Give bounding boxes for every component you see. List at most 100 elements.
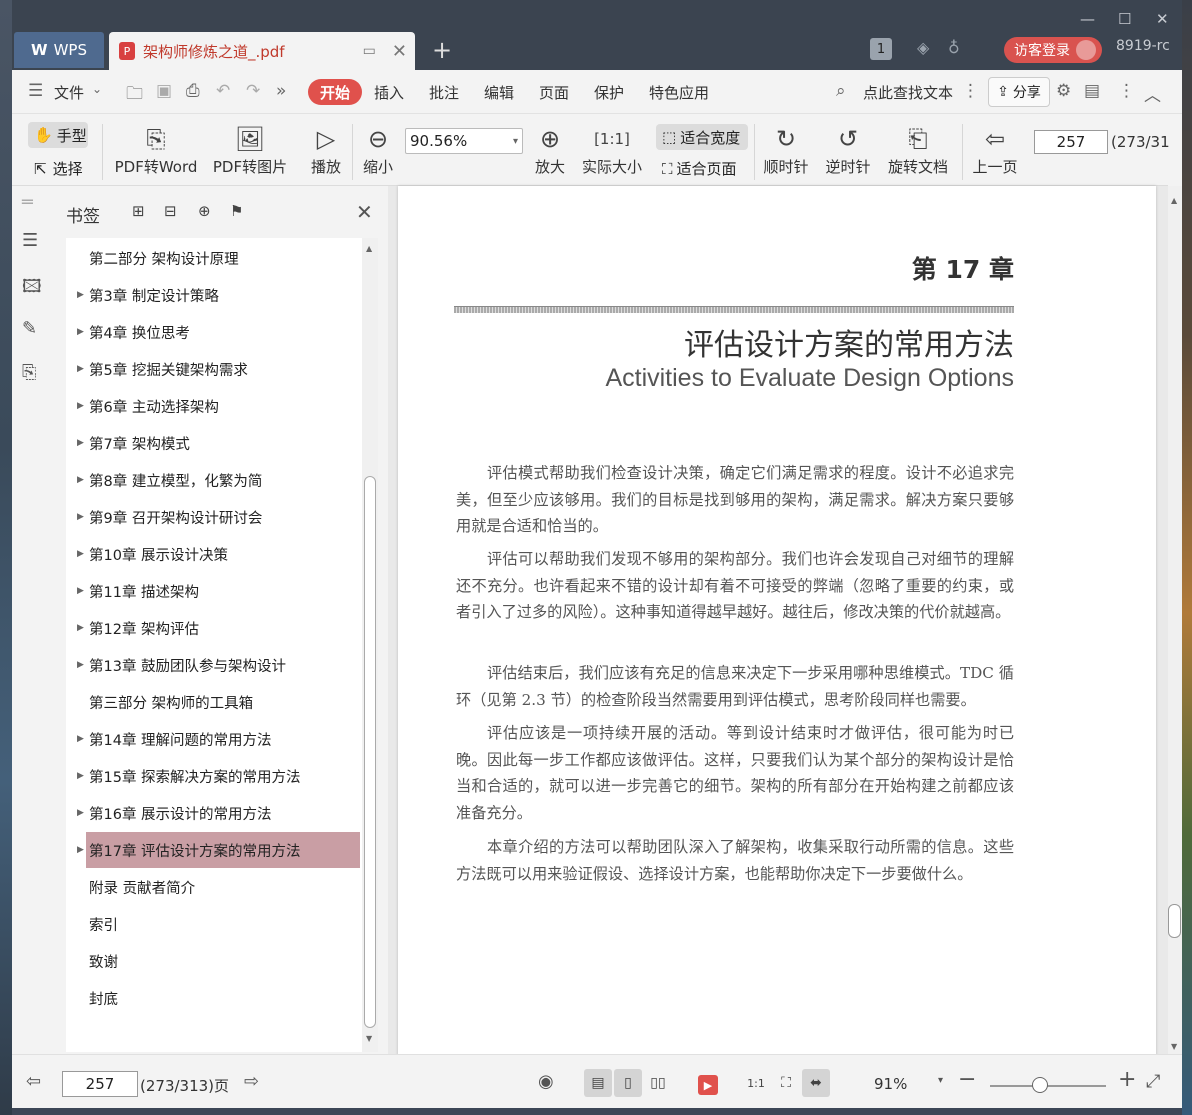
collapse-ribbon-icon[interactable]: ︿	[1144, 81, 1161, 106]
expand-arrow-icon[interactable]: ▶	[77, 290, 84, 300]
open-folder-icon[interactable]: 🗀	[126, 81, 143, 110]
scroll-up-icon[interactable]: ▲	[1171, 196, 1177, 205]
minimize-icon[interactable]: —	[1080, 10, 1095, 28]
scroll-down-icon[interactable]: ▼	[366, 1034, 372, 1043]
bookmark-item[interactable]: 附录 贡献者简介	[74, 869, 358, 905]
menu-protect[interactable]: 保护	[594, 82, 624, 103]
undo-icon[interactable]: ↶	[216, 81, 230, 101]
fit-page-icon[interactable]: ⛶	[772, 1069, 800, 1097]
bookmark-scroll-thumb[interactable]	[364, 476, 376, 1028]
fullscreen-icon[interactable]: ⤢	[1146, 1071, 1160, 1092]
expand-all-icon[interactable]: ⊞	[132, 202, 145, 220]
zoom-out-minus-icon[interactable]: −	[958, 1067, 976, 1092]
comment-icon[interactable]: ▤	[1084, 81, 1100, 101]
prev-page-arrow-icon[interactable]: ⇦	[26, 1071, 41, 1092]
attachment-icon[interactable]: ⎘	[22, 362, 36, 383]
search-icon[interactable]: ⌕	[836, 81, 846, 101]
menu-edit[interactable]: 编辑	[484, 82, 514, 103]
rotate-counterclockwise-button[interactable]: ↺ 逆时针	[822, 122, 874, 177]
bookmark-item[interactable]: ▶ 第16章 展示设计的常用方法	[74, 795, 358, 831]
bookmark-item[interactable]: ▶ 第12章 架构评估	[74, 610, 358, 646]
expand-arrow-icon[interactable]: ▶	[77, 734, 84, 744]
expand-arrow-icon[interactable]: ▶	[77, 808, 84, 818]
expand-arrow-icon[interactable]: ▶	[77, 549, 84, 559]
expand-arrow-icon[interactable]: ▶	[77, 438, 84, 448]
fit-width-icon[interactable]: ⬌	[802, 1069, 830, 1097]
scroll-up-icon[interactable]: ▲	[366, 244, 372, 253]
bookmark-item[interactable]: ▶ 第13章 鼓励团队参与架构设计	[74, 647, 358, 683]
actual-size-icon[interactable]: 1:1	[742, 1069, 770, 1097]
bookmark-item[interactable]: 索引	[74, 906, 358, 942]
bookmark-item[interactable]: ▶ 第17章 评估设计方案的常用方法	[77, 832, 360, 868]
expand-arrow-icon[interactable]: ▶	[77, 660, 84, 670]
tab-document[interactable]: P 架构师修炼之道_.pdf ▭ ✕	[109, 32, 415, 70]
menu-page[interactable]: 页面	[539, 82, 569, 103]
save-icon[interactable]: ▣	[156, 81, 172, 101]
chevron-down-icon[interactable]: ⌄	[92, 82, 102, 96]
drag-handle-icon[interactable]: ═	[22, 192, 33, 213]
expand-arrow-icon[interactable]: ▶	[77, 623, 84, 633]
shirt-icon[interactable]: ♁	[948, 38, 960, 57]
skin-icon[interactable]: ◈	[917, 38, 929, 57]
expand-arrow-icon[interactable]: ▶	[77, 327, 84, 337]
expand-arrow-icon[interactable]: ▶	[77, 586, 84, 596]
workspace-badge[interactable]: 1	[870, 38, 892, 60]
continuous-view-icon[interactable]: ▤	[584, 1069, 612, 1097]
close-panel-icon[interactable]: ✕	[356, 200, 373, 224]
fit-width-button[interactable]: ⬚ 适合宽度	[656, 124, 748, 150]
bookmark-item[interactable]: ▶ 第4章 换位思考	[74, 314, 358, 350]
bookmark-item[interactable]: ▶ 第8章 建立模型，化繁为简	[74, 462, 358, 498]
close-window-icon[interactable]: ✕	[1156, 10, 1169, 28]
print-icon[interactable]: ⎙	[186, 81, 200, 101]
zoom-slider-track[interactable]	[990, 1085, 1106, 1087]
collapse-all-icon[interactable]: ⊟	[164, 202, 177, 220]
slideshow-play-icon[interactable]: ▶	[698, 1075, 718, 1095]
menu-start[interactable]: 开始	[308, 79, 362, 105]
bookmark-item[interactable]: ▶ 第9章 召开架构设计研讨会	[74, 499, 358, 535]
previous-page-button[interactable]: ⇦ 上一页	[970, 122, 1020, 177]
bookmark-item[interactable]: 第二部分 架构设计原理	[74, 240, 358, 276]
thumbnail-icon[interactable]: 🖾	[22, 274, 42, 304]
bookmark-list-icon[interactable]: ☰	[22, 230, 38, 251]
bookmark-item[interactable]: ▶ 第11章 描述架构	[74, 573, 358, 609]
share-button[interactable]: ⇪ 分享	[988, 77, 1050, 107]
settings-gear-icon[interactable]: ⚙	[1056, 81, 1071, 101]
page-number-input[interactable]: 257	[1034, 130, 1108, 154]
eye-protection-icon[interactable]: ◉	[538, 1071, 554, 1092]
zoom-in-button[interactable]: ⊕ 放大	[530, 122, 570, 177]
zoom-out-button[interactable]: ⊖ 缩小	[358, 122, 398, 177]
document-viewer[interactable]: 第 17 章 评估设计方案的常用方法 Activities to Evaluat…	[388, 186, 1168, 1056]
next-page-arrow-icon[interactable]: ⇨	[244, 1071, 259, 1092]
menu-annotate[interactable]: 批注	[429, 82, 459, 103]
bookmark-item[interactable]: ▶ 第3章 制定设计策略	[74, 277, 358, 313]
bookmark-item[interactable]: 封底	[74, 980, 358, 1016]
rotate-clockwise-button[interactable]: ↻ 顺时针	[760, 122, 812, 177]
bookmark-item[interactable]: ▶ 第10章 展示设计决策	[74, 536, 358, 572]
pdf-to-image-button[interactable]: 🖼 PDF转图片	[210, 122, 290, 177]
scroll-down-icon[interactable]: ▼	[1171, 1042, 1177, 1051]
tab-wps-home[interactable]: W WPS	[14, 32, 104, 68]
bookmark-item[interactable]: 致谢	[74, 943, 358, 979]
zoom-select[interactable]: 90.56% ▾	[405, 128, 523, 154]
bookmark-settings-icon[interactable]: ⚑	[230, 202, 243, 220]
hamburger-icon[interactable]: ☰	[28, 81, 43, 101]
menu-file[interactable]: 文件	[54, 82, 84, 103]
more-vertical-icon[interactable]: ⋮	[962, 81, 979, 101]
expand-arrow-icon[interactable]: ▶	[77, 364, 84, 374]
play-button[interactable]: ▷ 播放	[306, 122, 346, 177]
two-page-view-icon[interactable]: ▯▯	[644, 1069, 672, 1097]
expand-arrow-icon[interactable]: ▶	[77, 401, 84, 411]
window-mode-icon[interactable]: ▭	[363, 43, 376, 59]
bookmark-item[interactable]: ▶ 第6章 主动选择架构	[74, 388, 358, 424]
bookmark-item[interactable]: ▶ 第5章 挖掘关键架构需求	[74, 351, 358, 387]
zoom-slider-knob[interactable]	[1032, 1077, 1048, 1093]
login-button[interactable]: 访客登录	[1004, 37, 1102, 63]
close-tab-icon[interactable]: ✕	[392, 41, 407, 62]
expand-arrow-icon[interactable]: ▶	[77, 845, 84, 855]
pdf-to-word-button[interactable]: ⎘ PDF转Word	[112, 122, 200, 177]
rotate-document-button[interactable]: ⎗ 旋转文档	[886, 122, 950, 177]
bookmark-item[interactable]: ▶ 第7章 架构模式	[74, 425, 358, 461]
menu-insert[interactable]: 插入	[374, 82, 404, 103]
bookmark-item[interactable]: 第三部分 架构师的工具箱	[74, 684, 358, 720]
hand-tool-button[interactable]: ✋ 手型	[28, 122, 88, 148]
